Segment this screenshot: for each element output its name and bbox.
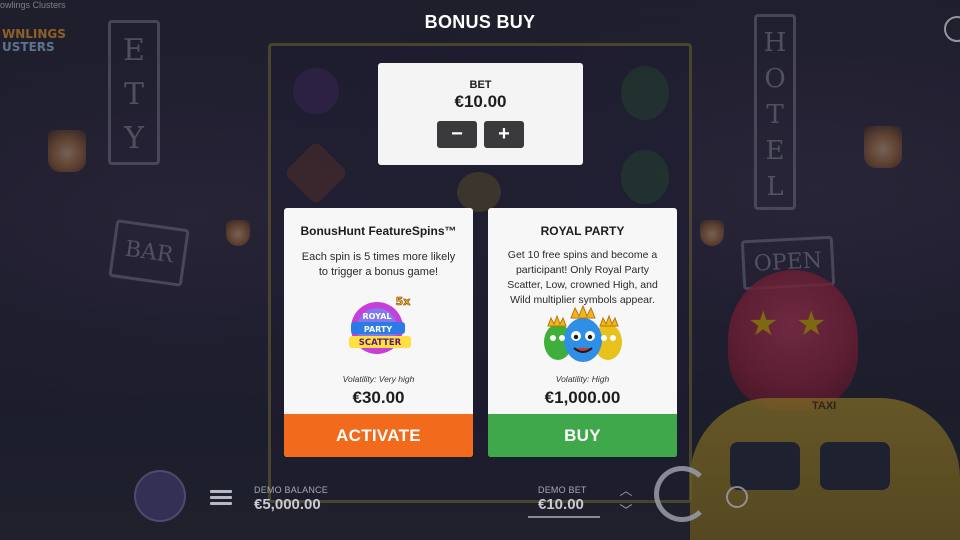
card-title: BonusHunt FeatureSpins™	[300, 224, 457, 238]
card-description: Each spin is 5 times more likely to trig…	[301, 251, 456, 278]
quick-spin-button[interactable]	[134, 470, 186, 522]
demo-bet-value: €10.00	[538, 496, 584, 513]
activate-button[interactable]: ACTIVATE	[284, 414, 473, 457]
scatter-word-scatter: SCATTER	[358, 338, 401, 348]
minus-icon: −	[451, 123, 463, 145]
bet-underline	[528, 516, 600, 518]
feature-price: €1,000.00	[544, 388, 621, 407]
balance-label: DEMO BALANCE	[254, 485, 328, 495]
chevron-down-icon[interactable]: ﹀	[618, 500, 634, 519]
bet-decrease-button[interactable]: −	[437, 121, 477, 148]
volatility-label: Volatility: Very high	[342, 374, 415, 384]
volatility-label: Volatility: High	[555, 374, 610, 384]
royal-party-card: ROYAL PARTY Get 10 free spins and become…	[488, 208, 677, 457]
demo-bet-label: DEMO BET	[538, 485, 587, 495]
buy-button[interactable]: BUY	[488, 414, 677, 457]
autoplay-icon[interactable]	[726, 486, 748, 508]
chevron-up-icon[interactable]: ︿	[618, 480, 634, 499]
bet-selector: BET €10.00 − +	[378, 63, 583, 165]
royal-party-scatter-image: ROYAL PARTY SCATTER 5x	[343, 292, 415, 356]
scatter-word-royal: ROYAL	[362, 312, 391, 321]
spin-icon[interactable]	[654, 466, 710, 522]
royal-monsters-image	[540, 304, 626, 366]
scatter-word-party: PARTY	[363, 325, 392, 334]
bet-label: BET	[469, 79, 492, 91]
plus-icon: +	[498, 123, 510, 145]
featurespins-card: BonusHunt FeatureSpins™ Each spin is 5 t…	[284, 208, 473, 457]
card-title: ROYAL PARTY	[540, 224, 625, 238]
multiplier-5x: 5x	[395, 295, 410, 308]
feature-price: €30.00	[352, 388, 405, 407]
card-description: Get 10 free spins and become a participa…	[507, 249, 658, 306]
bet-value: €10.00	[454, 92, 507, 111]
popup-title: BONUS BUY	[424, 12, 536, 32]
bet-increase-button[interactable]: +	[484, 121, 524, 148]
balance-value: €5,000.00	[254, 496, 321, 513]
menu-icon[interactable]	[210, 490, 232, 506]
